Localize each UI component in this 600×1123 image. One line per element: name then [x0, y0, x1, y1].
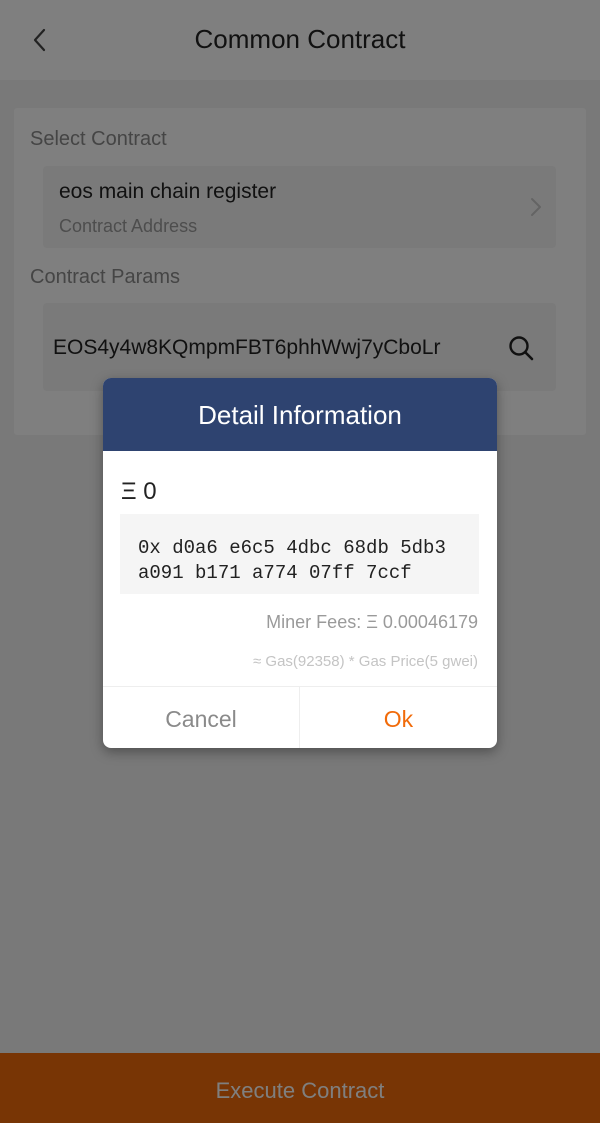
dialog-title: Detail Information: [103, 378, 497, 451]
hash-line-2: a091 b171 a774 07ff 7ccf: [138, 562, 412, 584]
detail-dialog: Detail Information Ξ 0 0x d0a6 e6c5 4dbc…: [103, 378, 497, 748]
dialog-buttons: Cancel Ok: [103, 686, 497, 748]
gas-detail: ≈ Gas(92358) * Gas Price(5 gwei): [253, 653, 478, 670]
cancel-button[interactable]: Cancel: [103, 687, 300, 748]
hash-box: 0x d0a6 e6c5 4dbc 68db 5db3 a091 b171 a7…: [120, 514, 479, 594]
hash-line-1: 0x d0a6 e6c5 4dbc 68db 5db3: [138, 537, 446, 559]
ok-button[interactable]: Ok: [300, 687, 497, 748]
miner-fees: Miner Fees: Ξ 0.00046179: [266, 612, 478, 632]
amount-value: Ξ 0: [121, 478, 157, 505]
